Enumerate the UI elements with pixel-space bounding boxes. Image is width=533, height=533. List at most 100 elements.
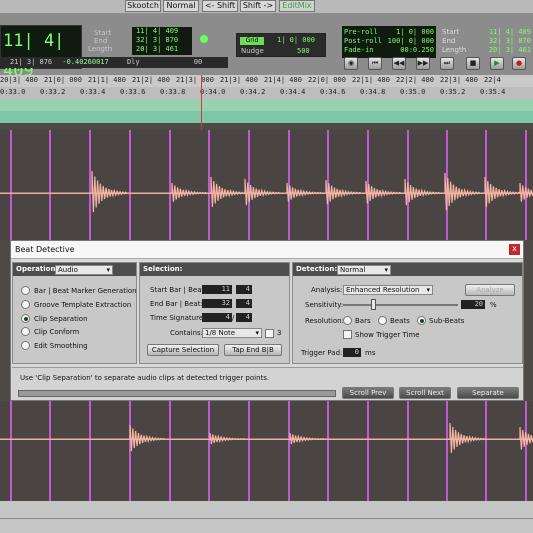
- grid-toggle[interactable]: Grid: [240, 37, 264, 45]
- beat-marker: [49, 401, 51, 501]
- op-groove-label[interactable]: Groove Template Extraction: [34, 301, 131, 309]
- online-icon[interactable]: ◉: [344, 57, 358, 70]
- rewind-icon[interactable]: ⏮: [368, 57, 382, 70]
- record-icon[interactable]: ●: [512, 57, 526, 70]
- audio-track-1[interactable]: [0, 130, 533, 240]
- fadein-label[interactable]: Fade-in: [344, 46, 374, 54]
- time_ruler-tick: 0:34.2: [240, 88, 266, 96]
- stop-icon[interactable]: ■: [466, 57, 480, 70]
- tempo-ruler[interactable]: [0, 111, 533, 123]
- analyze-button[interactable]: Analyze: [465, 284, 515, 296]
- bars_ruler-tick: 22|0| 000: [308, 76, 346, 84]
- divider: [0, 518, 533, 519]
- t-end-value[interactable]: 32| 3| 870: [489, 37, 531, 46]
- beat-marker: [288, 401, 290, 501]
- bars-beats-ruler[interactable]: 20|3| 480 21|0| 000 21|1| 480 21|2| 480 21|3…: [0, 75, 533, 87]
- fadein-value[interactable]: 00:0.250: [400, 46, 434, 55]
- beat-marker: [327, 401, 329, 501]
- radio-groove[interactable]: [21, 300, 30, 309]
- op-clip-separation-label[interactable]: Clip Separation: [34, 315, 88, 323]
- res-bars-label[interactable]: Bars: [355, 317, 371, 325]
- skootch-button[interactable]: Skootch: [125, 0, 161, 12]
- postroll-label[interactable]: Post-roll: [344, 37, 382, 45]
- zero-label: 00: [193, 58, 203, 66]
- nudge-value[interactable]: 500: [297, 47, 310, 55]
- time-sig-den-field[interactable]: 4: [236, 313, 252, 322]
- show-trigger-checkbox[interactable]: [343, 330, 352, 339]
- res-subbeats-label[interactable]: Sub-Beats: [429, 317, 464, 325]
- time_ruler-tick: 0:35.0: [400, 88, 426, 96]
- scroll-next-button[interactable]: Scroll Next: [399, 387, 451, 399]
- end-bar-field[interactable]: 32: [202, 299, 232, 308]
- grid-value[interactable]: 1| 0| 000: [277, 36, 315, 44]
- marker-ruler[interactable]: [0, 99, 533, 111]
- end-value[interactable]: 32| 3| 870: [136, 36, 192, 45]
- normal-button[interactable]: Normal: [163, 0, 199, 12]
- editmix-button[interactable]: EditMix: [279, 0, 315, 12]
- capture-selection-button[interactable]: Capture Selection: [147, 344, 219, 356]
- radio-sub-beats[interactable]: [417, 316, 426, 325]
- contains-select[interactable]: 1/8 Note: [202, 328, 262, 338]
- op-bar-beat-label[interactable]: Bar | Beat Marker Generation: [34, 287, 137, 295]
- t-end-label: End: [442, 37, 456, 45]
- trigger-pad-unit: ms: [365, 349, 376, 357]
- t-start-value[interactable]: 11| 4| 409: [489, 28, 531, 37]
- playhead-line: [201, 75, 202, 130]
- play-icon[interactable]: ▶: [490, 57, 504, 70]
- radio-beats[interactable]: [378, 316, 387, 325]
- audio-track-2[interactable]: [0, 401, 533, 501]
- beat-marker: [208, 401, 210, 501]
- end-bar-beat-label: End Bar | Beat:: [150, 300, 203, 308]
- beat-detective-dialog: Beat Detective x Operation: Audio Bar | …: [10, 240, 524, 401]
- radio-clip-separation[interactable]: [21, 314, 30, 323]
- op-edit-smoothing-label[interactable]: Edit Smoothing: [34, 342, 88, 350]
- t-length-value[interactable]: 20| 3| 461: [489, 46, 531, 55]
- sensitivity-slider[interactable]: [371, 299, 376, 310]
- delay-label: Dly: [126, 58, 140, 66]
- radio-bars[interactable]: [343, 316, 352, 325]
- start-bar-field[interactable]: 11: [202, 285, 232, 294]
- radio-edit-smoothing[interactable]: [21, 341, 30, 350]
- triplet-checkbox[interactable]: [265, 329, 274, 338]
- scroll-prev-button[interactable]: Scroll Prev: [342, 387, 394, 399]
- operation-select[interactable]: Audio: [55, 265, 113, 275]
- separate-button[interactable]: Separate: [457, 387, 519, 399]
- time_ruler-tick: 0:34.6: [320, 88, 346, 96]
- time-sig-num-field[interactable]: 4: [202, 313, 232, 322]
- start-value[interactable]: 11| 4| 409: [136, 27, 192, 36]
- postroll-value[interactable]: 100| 0| 000: [388, 37, 434, 46]
- start-beat-field[interactable]: 4: [236, 285, 252, 294]
- time-signature-label: Time Signature:: [150, 314, 206, 322]
- radio-clip-conform[interactable]: [21, 327, 30, 336]
- res-beats-label[interactable]: Beats: [390, 317, 410, 325]
- op-clip-conform-label[interactable]: Clip Conform: [34, 328, 79, 336]
- show-trigger-label[interactable]: Show Trigger Time: [355, 331, 420, 339]
- detection-select[interactable]: Normal: [337, 265, 391, 275]
- beat-marker: [248, 401, 250, 501]
- link-indicator-icon: [200, 35, 208, 43]
- transient: [404, 178, 441, 206]
- length-value[interactable]: 20| 3| 461: [136, 45, 192, 54]
- start-label: Start: [94, 29, 112, 37]
- time_ruler-tick: 0:33.0: [0, 88, 26, 96]
- analysis-select[interactable]: Enhanced Resolution: [343, 285, 433, 295]
- trigger-pad-field[interactable]: 0: [343, 348, 361, 357]
- preroll-label[interactable]: Pre-roll: [344, 28, 378, 36]
- time-ruler[interactable]: 0:33.0 0:33.2 0:33.4 0:33.6 0:33.8 0:34.0 0:34…: [0, 87, 533, 99]
- preroll-value[interactable]: 1| 0| 000: [396, 28, 434, 37]
- fast-rewind-icon[interactable]: ◀◀: [392, 57, 406, 70]
- sensitivity-field[interactable]: 20: [461, 300, 485, 309]
- transient: [171, 182, 208, 202]
- shift-right-button[interactable]: Shift ->: [240, 0, 276, 12]
- beat-marker: [129, 401, 131, 501]
- close-icon[interactable]: x: [509, 244, 520, 255]
- transient: [449, 422, 486, 453]
- shift-left-button[interactable]: <- Shift: [202, 0, 238, 12]
- go-to-end-icon[interactable]: ⏭: [440, 57, 454, 70]
- end-beat-field[interactable]: 4: [236, 299, 252, 308]
- tap-end-button[interactable]: Tap End B|B: [224, 344, 282, 356]
- radio-bar-beat[interactable]: [21, 286, 30, 295]
- selection-fields[interactable]: 11| 4| 409 32| 3| 870 20| 3| 461: [132, 27, 192, 55]
- fast-forward-icon[interactable]: ▶▶: [416, 57, 430, 70]
- beat-marker: [485, 401, 487, 501]
